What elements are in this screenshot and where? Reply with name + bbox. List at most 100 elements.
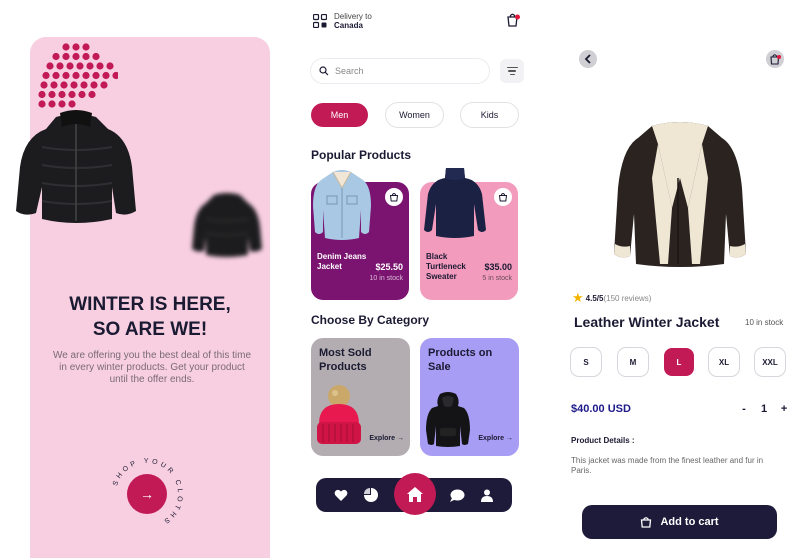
decorative-dot bbox=[92, 52, 100, 61]
decorative-dot bbox=[52, 71, 60, 80]
product-stock: 10 in stock bbox=[369, 275, 403, 282]
beanie-hat-image bbox=[317, 385, 361, 444]
splash-title: WINTER IS HERE, SO ARE WE! bbox=[30, 292, 270, 342]
decorative-dot bbox=[38, 90, 46, 99]
category-card-on-sale[interactable]: Products on Sale Explore → bbox=[420, 338, 519, 456]
search-bar bbox=[311, 59, 489, 83]
filter-icon-line bbox=[506, 67, 518, 69]
decorative-dot bbox=[72, 43, 80, 51]
title-line-1: WINTER IS HERE, bbox=[69, 294, 231, 315]
decorative-dot bbox=[80, 81, 88, 89]
decorative-dot bbox=[112, 71, 118, 80]
home-icon bbox=[407, 486, 423, 502]
explore-label: Explore bbox=[478, 435, 505, 442]
delivery-country[interactable]: Canada bbox=[334, 21, 363, 30]
decorative-dot bbox=[50, 81, 58, 89]
decorative-dot bbox=[78, 90, 86, 99]
product-price: $25.50 bbox=[375, 262, 403, 272]
hoodie-image bbox=[426, 392, 470, 447]
chart-icon[interactable] bbox=[363, 487, 379, 503]
denim-jacket-image bbox=[313, 170, 371, 240]
search-icon bbox=[319, 66, 329, 76]
leather-jacket-image bbox=[614, 122, 746, 267]
add-to-cart-button[interactable]: Add to cart bbox=[582, 505, 777, 539]
size-m[interactable]: M bbox=[618, 348, 648, 376]
product-card-turtleneck[interactable]: Black Turtleneck Sweater $35.00 5 in sto… bbox=[420, 168, 518, 300]
decorative-dot bbox=[42, 71, 50, 80]
decorative-dot bbox=[68, 90, 76, 99]
category-card-most-sold[interactable]: Most Sold Products Explore → bbox=[311, 338, 410, 456]
shopping-bag-icon[interactable] bbox=[505, 12, 521, 28]
delivery-label: Delivery to bbox=[334, 12, 372, 21]
filter-icon-line bbox=[509, 73, 515, 75]
size-xxl[interactable]: XXL bbox=[755, 348, 785, 376]
product-name: Black Turtleneck Sweater bbox=[426, 252, 466, 281]
filter-button[interactable] bbox=[500, 59, 524, 83]
arrow-right-icon: → bbox=[140, 486, 154, 502]
chip-kids[interactable]: Kids bbox=[461, 103, 518, 127]
decorative-dot bbox=[76, 62, 84, 70]
popular-products-title: Popular Products bbox=[311, 148, 412, 162]
size-xl[interactable]: XL bbox=[709, 348, 739, 376]
decorative-dot bbox=[72, 52, 80, 61]
decorative-dot bbox=[62, 43, 70, 51]
decrease-quantity-button[interactable]: - bbox=[737, 402, 751, 416]
decorative-dot bbox=[46, 62, 54, 70]
decorative-dot bbox=[40, 81, 48, 89]
category-title-text: Most Sold Products bbox=[319, 347, 372, 373]
chat-icon[interactable] bbox=[449, 487, 465, 503]
decorative-dot bbox=[66, 62, 74, 70]
add-to-bag-button[interactable] bbox=[494, 188, 512, 206]
shop-now-button[interactable]: → bbox=[127, 474, 167, 514]
chevron-left-icon bbox=[584, 54, 591, 64]
decorative-dot bbox=[52, 52, 60, 61]
add-to-bag-button[interactable] bbox=[385, 188, 403, 206]
decorative-dot bbox=[60, 81, 68, 89]
search-input[interactable] bbox=[335, 66, 475, 76]
add-to-cart-label: Add to cart bbox=[660, 516, 719, 528]
rating-count: (150 reviews) bbox=[603, 293, 652, 303]
decorative-dot bbox=[62, 71, 70, 80]
profile-icon[interactable] bbox=[479, 487, 495, 503]
product-card-denim[interactable]: Denim Jeans Jacket $25.50 10 in stock bbox=[311, 170, 409, 300]
back-button[interactable] bbox=[579, 50, 597, 68]
arrow-right-icon: → bbox=[397, 435, 404, 442]
product-price: $35.00 bbox=[484, 262, 512, 272]
product-stock: 5 in stock bbox=[482, 275, 512, 282]
size-l[interactable]: L bbox=[664, 348, 694, 376]
explore-label: Explore bbox=[369, 435, 396, 442]
grid-icon[interactable] bbox=[313, 14, 327, 28]
decorative-dot bbox=[62, 52, 70, 61]
home-nav-button[interactable] bbox=[394, 473, 436, 515]
product-title: Leather Winter Jacket bbox=[574, 314, 720, 330]
explore-link[interactable]: Explore → bbox=[369, 435, 404, 442]
decorative-dot bbox=[100, 81, 108, 89]
decorative-dot bbox=[82, 43, 90, 51]
explore-link[interactable]: Explore → bbox=[478, 435, 513, 442]
decorative-dot bbox=[70, 81, 78, 89]
chip-women[interactable]: Women bbox=[386, 103, 443, 127]
rating-score: 4.5/5 bbox=[585, 293, 604, 303]
decorative-dot bbox=[86, 62, 94, 70]
shopping-bag-icon bbox=[641, 517, 652, 528]
shopping-bag-icon bbox=[770, 54, 781, 65]
dots-pattern bbox=[38, 43, 118, 108]
rating: ★ 4.5/5 (150 reviews) bbox=[572, 290, 651, 306]
decorative-dot bbox=[92, 71, 100, 80]
cart-button[interactable] bbox=[766, 50, 784, 68]
decorative-dot bbox=[56, 62, 64, 70]
chip-men[interactable]: Men bbox=[311, 103, 368, 127]
star-icon: ★ bbox=[572, 290, 584, 305]
product-name: Denim Jeans Jacket bbox=[317, 252, 367, 271]
heart-icon[interactable] bbox=[333, 487, 349, 503]
title-line-2: SO ARE WE! bbox=[92, 319, 208, 340]
product-details-text: This jacket was made from the finest lea… bbox=[571, 456, 764, 475]
decorative-dot bbox=[72, 71, 80, 80]
category-title-text: Products on Sale bbox=[428, 347, 493, 373]
product-details-label: Product Details : bbox=[571, 436, 635, 445]
decorative-dot bbox=[58, 90, 66, 99]
decorative-dot bbox=[82, 71, 90, 80]
increase-quantity-button[interactable]: + bbox=[777, 402, 791, 416]
size-s[interactable]: S bbox=[571, 348, 601, 376]
arrow-right-icon: → bbox=[506, 435, 513, 442]
